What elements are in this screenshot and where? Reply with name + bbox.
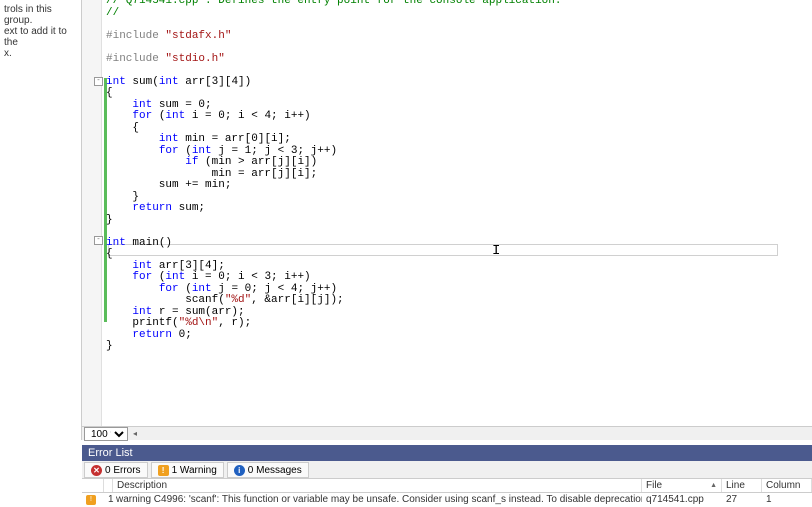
left-panel-text: trols in this group. (4, 4, 77, 26)
text-caret-icon: I (492, 243, 500, 259)
col-description[interactable]: Description (113, 479, 642, 492)
left-info-panel: trols in this group. ext to add it to th… (0, 0, 82, 440)
code-editor[interactable]: - - // Q714541.cpp : Defines the entry p… (82, 0, 812, 426)
messages-tab[interactable]: i 0 Messages (227, 462, 309, 478)
errors-tab[interactable]: ✕ 0 Errors (84, 462, 148, 478)
col-num[interactable] (104, 479, 113, 492)
sort-asc-icon: ▲ (710, 479, 717, 493)
editor-footer-bar: 100 % ◂ (82, 426, 812, 440)
col-line[interactable]: Line (722, 479, 762, 492)
left-panel-text: x. (4, 48, 77, 59)
error-list-title: Error List (88, 447, 133, 459)
row-line: 27 (722, 493, 762, 507)
zoom-select[interactable]: 100 % (84, 427, 128, 441)
editor-gutter (82, 0, 102, 426)
warnings-tab-label: 1 Warning (172, 465, 217, 476)
error-list-columns: Description File ▲ Line Column (82, 479, 812, 493)
left-panel-text: ext to add it to the (4, 26, 77, 48)
info-icon: i (234, 465, 245, 476)
warnings-tab[interactable]: ! 1 Warning (151, 462, 224, 478)
row-file: q714541.cpp (642, 493, 722, 507)
col-file[interactable]: File ▲ (642, 479, 722, 492)
code-content[interactable]: // Q714541.cpp : Defines the entry point… (102, 0, 812, 422)
hscroll-left-icon[interactable]: ◂ (128, 427, 142, 441)
warning-icon: ! (86, 495, 96, 505)
col-icon[interactable] (82, 479, 104, 492)
warning-icon: ! (158, 465, 169, 476)
error-list-filter-tabs: ✕ 0 Errors ! 1 Warning i 0 Messages (82, 461, 812, 479)
error-list-title-bar[interactable]: Error List (82, 445, 812, 461)
errors-tab-label: 0 Errors (105, 465, 141, 476)
error-icon: ✕ (91, 465, 102, 476)
error-list-row[interactable]: ! 1 warning C4996: 'scanf': This functio… (82, 493, 812, 507)
row-num: 1 (104, 493, 112, 507)
row-column: 1 (762, 493, 812, 507)
row-desc: warning C4996: 'scanf': This function or… (112, 493, 642, 507)
messages-tab-label: 0 Messages (248, 465, 302, 476)
col-column[interactable]: Column (762, 479, 812, 492)
